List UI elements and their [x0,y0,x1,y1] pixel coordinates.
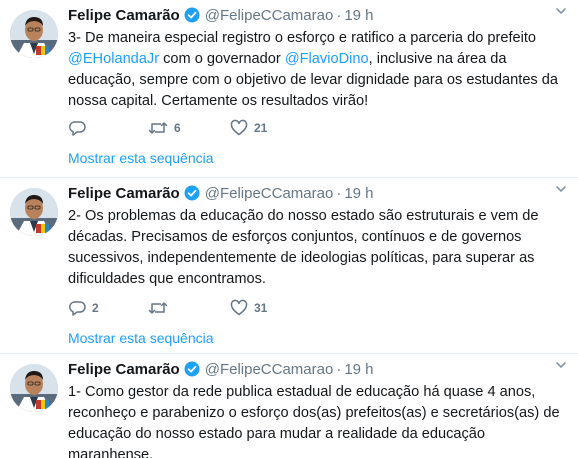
like-count: 31 [254,301,268,315]
like-button[interactable]: 21 [230,118,267,138]
separator-dot: · [336,185,342,202]
tweet-text: 3- De maneira especial registro o esforç… [68,28,568,112]
chevron-down-icon[interactable] [554,4,568,18]
tweet-timestamp[interactable]: 19 h [344,185,373,202]
verified-badge-icon [184,185,200,208]
heart-icon [230,119,248,137]
chevron-down-icon[interactable] [554,358,568,372]
separator-dot: · [336,7,342,24]
reply-icon [68,299,86,317]
retweet-button[interactable] [148,298,174,318]
chevron-down-icon[interactable] [554,182,568,196]
author-handle[interactable]: @FelipeCCamarao [205,185,334,202]
avatar-photo-icon [10,10,58,58]
timeline: Felipe Camarão @FelipeCCamarao · 19 h 3- De… [0,0,578,458]
tweet[interactable]: Felipe Camarão @FelipeCCamarao · 19 h 3- De… [0,0,578,176]
tweet-text: 2- Os problemas da educação do nosso est… [68,208,539,287]
verified-badge-icon [184,361,200,384]
separator-dot: · [336,361,342,378]
author-name[interactable]: Felipe Camarão [68,7,180,24]
author-name[interactable]: Felipe Camarão [68,361,180,378]
reply-button[interactable]: 2 [68,298,99,318]
like-button[interactable]: 31 [230,298,267,318]
tweet-text-part: 3- De maneira especial registro o esforç… [68,30,537,46]
avatar[interactable] [10,364,58,412]
author-handle[interactable]: @FelipeCCamarao [205,361,334,378]
heart-icon [230,299,248,317]
mention-link[interactable]: @FlavioDino [285,51,369,67]
tweet[interactable]: Felipe Camarão @FelipeCCamarao · 19 h 1- Co… [0,354,578,458]
like-count: 21 [254,121,268,135]
reply-button[interactable] [68,118,92,138]
retweet-icon [148,119,168,137]
reply-count: 2 [92,301,99,315]
tweet-timestamp[interactable]: 19 h [344,7,373,24]
tweet-text: 1- Como gestor da rede publica estadual … [68,384,560,458]
author-handle[interactable]: @FelipeCCamarao [205,7,334,24]
tweet-timestamp[interactable]: 19 h [344,361,373,378]
retweet-count: 6 [174,121,181,135]
retweet-button[interactable]: 6 [148,118,181,138]
tweet-header: Felipe Camarão @FelipeCCamarao · 19 h [68,5,374,27]
tweet[interactable]: Felipe Camarão @FelipeCCamarao · 19 h 2- Os… [0,178,578,352]
tweet-header: Felipe Camarão @FelipeCCamarao · 19 h [68,359,374,381]
tweet-text-part: com o governador [159,51,285,67]
avatar-photo-icon [10,364,58,412]
avatar[interactable] [10,188,58,236]
retweet-icon [148,299,168,317]
avatar-photo-icon [10,188,58,236]
tweet-header: Felipe Camarão @FelipeCCamarao · 19 h [68,183,374,205]
show-thread-link[interactable]: Mostrar esta sequência [68,329,214,347]
reply-icon [68,119,86,137]
show-thread-link[interactable]: Mostrar esta sequência [68,149,214,167]
author-name[interactable]: Felipe Camarão [68,185,180,202]
mention-link[interactable]: @EHolandaJr [68,51,159,67]
verified-badge-icon [184,7,200,30]
avatar[interactable] [10,10,58,58]
